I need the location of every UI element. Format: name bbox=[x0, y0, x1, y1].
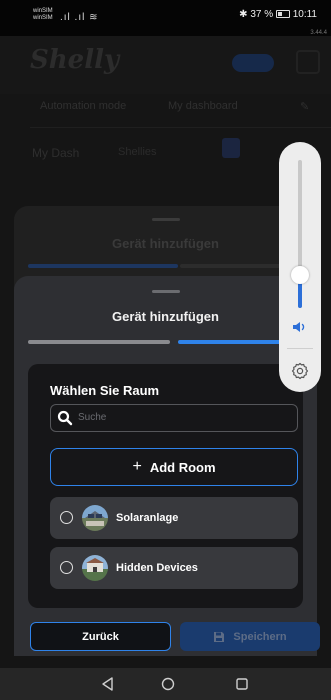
background-tabs: Automation mode My dashboard ✎ bbox=[30, 88, 331, 128]
step-bar-1 bbox=[28, 264, 178, 268]
room-name: Solaranlage bbox=[116, 512, 179, 524]
background-filter-2: Shellies bbox=[118, 146, 157, 158]
search-input[interactable]: Suche bbox=[50, 404, 298, 432]
step-indicator-1 bbox=[28, 340, 170, 344]
room-thumbnail bbox=[82, 505, 108, 531]
save-label: Speichern bbox=[233, 630, 287, 643]
room-picker-card: Wählen Sie Raum Suche + Add Room Solaran… bbox=[28, 364, 303, 608]
carrier-2: winSIM bbox=[33, 15, 53, 21]
save-icon bbox=[214, 631, 225, 642]
search-icon bbox=[57, 410, 73, 426]
room-name: Hidden Devices bbox=[116, 562, 198, 574]
speaker-icon[interactable] bbox=[290, 318, 310, 336]
add-device-sheet: Gerät hinzufügen Wählen Sie Raum Suche +… bbox=[14, 276, 317, 656]
shelly-logo: Shelly bbox=[30, 45, 120, 75]
app-header: Shelly bbox=[0, 36, 331, 94]
drag-handle bbox=[152, 218, 180, 221]
carrier-1: winSIM bbox=[33, 8, 53, 14]
search-placeholder: Suche bbox=[78, 412, 107, 423]
sheet-footer: Zurück Speichern bbox=[14, 616, 320, 656]
room-option-hidden-devices[interactable]: Hidden Devices bbox=[50, 547, 298, 589]
add-room-button[interactable]: + Add Room bbox=[50, 448, 298, 486]
header-pill bbox=[232, 54, 274, 72]
clock: 10:11 bbox=[292, 9, 317, 20]
battery-icon bbox=[275, 10, 290, 19]
bluetooth-icon: ✱ bbox=[239, 9, 248, 20]
carrier-labels: winSIM winSIM bbox=[33, 8, 53, 22]
room-option-solaranlage[interactable]: Solaranlage bbox=[50, 497, 298, 539]
sheet-title: Gerät hinzufügen bbox=[112, 309, 219, 324]
tab-dashboard: My dashboard bbox=[168, 100, 238, 112]
recents-square-icon[interactable] bbox=[230, 674, 254, 694]
drag-handle[interactable] bbox=[152, 290, 180, 293]
navigation-bar bbox=[0, 668, 331, 700]
background-sheet-title: Gerät hinzufügen bbox=[112, 236, 219, 251]
back-triangle-icon[interactable] bbox=[96, 674, 120, 694]
battery-percent: 37 % bbox=[250, 9, 274, 20]
gear-icon[interactable] bbox=[290, 361, 310, 381]
radio-button[interactable] bbox=[60, 561, 73, 574]
tab-automation: Automation mode bbox=[40, 100, 127, 112]
header-menu-icon bbox=[296, 50, 320, 74]
back-button[interactable]: Zurück bbox=[30, 622, 171, 651]
radio-button[interactable] bbox=[60, 511, 73, 524]
volume-overlay bbox=[279, 142, 321, 392]
divider bbox=[287, 348, 313, 349]
home-circle-icon[interactable] bbox=[156, 674, 180, 694]
add-room-label: Add Room bbox=[149, 459, 216, 475]
background-filter: My Dash bbox=[32, 146, 80, 160]
status-right: ✱ 37 % 10:11 bbox=[239, 9, 317, 20]
room-thumbnail bbox=[82, 555, 108, 581]
plus-icon: + bbox=[132, 458, 142, 475]
background-filter-button bbox=[222, 138, 240, 158]
signal-wifi-icon: .ıl .ıl ≋ bbox=[60, 12, 99, 23]
volume-slider-thumb[interactable] bbox=[291, 266, 309, 284]
save-button[interactable]: Speichern bbox=[180, 622, 320, 651]
edit-pencil-icon: ✎ bbox=[300, 101, 310, 113]
room-picker-title: Wählen Sie Raum bbox=[50, 383, 160, 398]
status-bar: winSIM winSIM .ıl .ıl ≋ ✱ 37 % 10:11 3.4… bbox=[0, 0, 331, 36]
